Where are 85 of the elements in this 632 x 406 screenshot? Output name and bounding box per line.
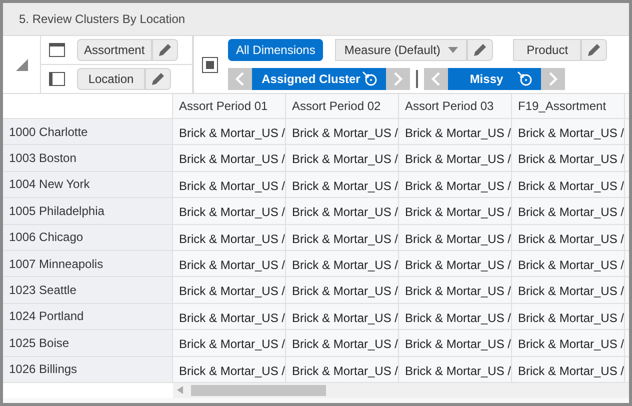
table-cell: Brick & Mortar_US /	[399, 172, 512, 198]
pencil-icon	[150, 70, 166, 87]
table-cell: Brick & Mortar_US /	[286, 198, 399, 224]
table-cell: Brick & Mortar_US /	[286, 119, 399, 144]
table-cell: Brick & Mortar_US /	[399, 250, 512, 276]
reset-icon	[362, 71, 378, 87]
dropdown-caret-icon	[448, 47, 458, 53]
table-cell: Brick & Mortar_US /	[399, 277, 512, 303]
table-cell: Brick & Mortar_US /	[286, 250, 399, 276]
table-cell: Brick & Mortar_US /	[512, 145, 625, 171]
table-cell: Brick & Mortar_US /	[173, 198, 286, 224]
dimension-button[interactable]: Location	[77, 68, 145, 90]
table-cell: Brick & Mortar_US /	[399, 304, 512, 330]
row-header: 1006 Chicago	[3, 224, 173, 250]
table-cell: Brick & Mortar_US /	[512, 250, 625, 276]
table-cell: Brick & Mortar_US /	[512, 224, 625, 250]
corner-triangle-icon[interactable]	[16, 58, 28, 70]
filter-chip[interactable]: Assigned Cluster	[252, 68, 386, 90]
row-header: 1026 Billings	[3, 356, 173, 382]
filter-chip[interactable]: Missy	[448, 68, 541, 90]
table-cell: Brick & Mortar_US /	[286, 330, 399, 356]
layout-row-icon	[49, 42, 65, 57]
table-cell: Brick & Mortar_US /	[399, 224, 512, 250]
row-header: 1007 Minneapolis	[3, 250, 173, 276]
table-cell: Brick & Mortar_US /	[173, 277, 286, 303]
column-header: Assort Period 02	[286, 94, 399, 118]
chevron-right-icon	[393, 72, 403, 86]
row-header: 1004 New York	[3, 172, 173, 198]
row-header: 1000 Charlotte	[3, 119, 173, 144]
measure-dropdown[interactable]: Measure (Default)	[335, 39, 468, 61]
table-cell: Brick & Mortar_US /	[399, 356, 512, 382]
row-header: 1005 Philadelphia	[3, 198, 173, 224]
horizontal-scrollbar[interactable]	[173, 382, 629, 398]
table-cell: Brick & Mortar_US /	[286, 224, 399, 250]
scroll-left-icon[interactable]	[177, 386, 183, 394]
table-cell: Brick & Mortar_US /	[173, 224, 286, 250]
table-cell: Brick & Mortar_US /	[173, 304, 286, 330]
column-header: Assort Period 03	[399, 94, 512, 118]
table-cell: Brick & Mortar_US /	[173, 356, 286, 382]
table-cell: Brick & Mortar_US /	[512, 356, 625, 382]
row-header: 1024 Portland	[3, 304, 173, 330]
pencil-icon	[586, 42, 602, 58]
table-cell: Brick & Mortar_US /	[512, 198, 625, 224]
chevron-left-icon	[235, 72, 245, 86]
chevron-right-icon	[548, 72, 558, 86]
layout-grid-icon[interactable]	[202, 56, 218, 72]
edit-button[interactable]	[467, 39, 494, 61]
edit-button[interactable]	[145, 68, 171, 90]
table-cell: Brick & Mortar_US /	[399, 119, 512, 144]
table-cell: Brick & Mortar_US /	[173, 250, 286, 276]
table-cell: Brick & Mortar_US /	[512, 330, 625, 356]
pencil-icon	[472, 42, 488, 58]
edit-button[interactable]	[152, 38, 178, 61]
table-cell: Brick & Mortar_US /	[512, 304, 625, 330]
table-cell: Brick & Mortar_US /	[399, 145, 512, 171]
table-cell: Brick & Mortar_US /	[286, 304, 399, 330]
window-title: 5. Review Clusters By Location	[19, 11, 186, 28]
table-cell: Brick & Mortar_US /	[512, 119, 625, 144]
table-cell: Brick & Mortar_US /	[173, 330, 286, 356]
table-cell: Brick & Mortar_US /	[173, 145, 286, 171]
table-cell: Brick & Mortar_US /	[173, 119, 286, 144]
dimension-button[interactable]: Assortment	[77, 38, 152, 61]
pencil-icon	[156, 42, 173, 58]
table-cell: Brick & Mortar_US /	[286, 277, 399, 303]
row-header: 1025 Boise	[3, 330, 173, 356]
chevron-left-icon	[431, 72, 441, 86]
table-cell: Brick & Mortar_US /	[399, 330, 512, 356]
table-cell: Brick & Mortar_US /	[286, 356, 399, 382]
row-header: 1023 Seattle	[3, 277, 173, 303]
table-cell: Brick & Mortar_US /	[286, 145, 399, 171]
table-cell: Brick & Mortar_US /	[286, 172, 399, 198]
edit-button[interactable]	[581, 39, 608, 61]
filter-label: Assigned Cluster	[260, 71, 362, 88]
table-cell: Brick & Mortar_US /	[173, 172, 286, 198]
layout-column-icon	[49, 72, 65, 86]
table-cell: Brick & Mortar_US /	[399, 198, 512, 224]
row-header: 1003 Boston	[3, 145, 173, 171]
reset-icon	[517, 71, 533, 87]
column-header: F19_Assortment	[512, 94, 625, 118]
table-cell: Brick & Mortar_US /	[512, 172, 625, 198]
column-header: Assort Period 01	[173, 94, 286, 118]
filter-label: Missy	[468, 71, 504, 88]
table-cell: Brick & Mortar_US /	[512, 277, 625, 303]
dimension-button[interactable]: Product	[513, 39, 582, 61]
all-dimensions-button[interactable]: All Dimensions	[228, 39, 324, 61]
